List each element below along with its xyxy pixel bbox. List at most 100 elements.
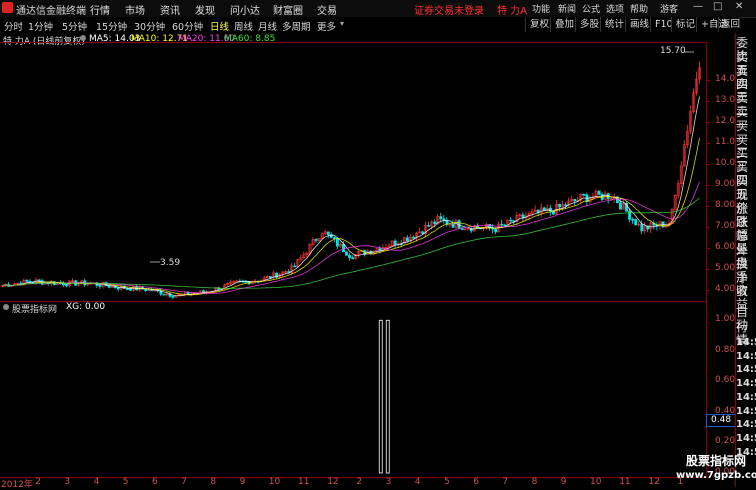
candle-body: [125, 288, 129, 290]
candle-body: [202, 290, 205, 293]
tab-intraday[interactable]: 分时: [4, 19, 23, 33]
app-logo-icon: [2, 2, 13, 13]
high-price-label: 15.70: [660, 46, 686, 56]
close-icon[interactable]: ✕: [735, 1, 743, 12]
candle-body: [107, 285, 111, 288]
menu-wealth[interactable]: 财富圈: [273, 2, 303, 17]
tick-time: 14:5: [736, 391, 756, 403]
price-chart[interactable]: [0, 42, 706, 300]
candle-body: [573, 199, 577, 202]
adjust-button[interactable]: 复权: [525, 17, 553, 32]
maximize-icon[interactable]: □: [713, 1, 722, 12]
ma60-line: [2, 197, 700, 289]
price-tick-mark: [706, 226, 710, 228]
indicator-current-value: 0.48: [711, 415, 732, 425]
date-tick-label: 7: [502, 477, 509, 487]
date-tick-label: 10: [268, 477, 281, 487]
menu-info[interactable]: 新闻: [558, 2, 576, 15]
menu-discover[interactable]: 发现: [195, 2, 215, 17]
tab-5min[interactable]: 5分钟: [62, 19, 87, 33]
tab-monthly[interactable]: 月线: [258, 19, 277, 33]
date-tick-label: 5: [122, 477, 129, 487]
candle-body: [582, 194, 586, 196]
date-tick-label: 6: [473, 477, 479, 487]
indicator-tick-label: 1.00: [715, 314, 736, 325]
menu-ask[interactable]: 问小达: [230, 2, 260, 17]
mark-button[interactable]: 标记: [671, 17, 699, 32]
date-tick-label: 10: [590, 477, 602, 487]
candle-body: [335, 238, 339, 247]
date-tick-label: 6: [152, 477, 158, 487]
menu-options[interactable]: 选项: [606, 2, 624, 15]
tab-daily[interactable]: 日线: [210, 19, 229, 33]
tab-30min[interactable]: 30分钟: [134, 19, 165, 33]
tab-15min[interactable]: 15分钟: [96, 19, 127, 33]
tab-weekly[interactable]: 周线: [234, 19, 253, 33]
menu-trade[interactable]: 交易: [317, 2, 337, 17]
minimize-icon[interactable]: —: [693, 1, 703, 12]
date-tick-label: 11: [619, 477, 631, 487]
price-tick-mark: [706, 121, 710, 123]
price-tick-label: 7.00: [715, 220, 736, 231]
menu-function[interactable]: 功能: [532, 2, 550, 15]
price-tick-label: 8.00: [715, 199, 736, 210]
tab-multi-period[interactable]: 多周期: [282, 19, 311, 33]
date-tick-label: 4: [93, 477, 100, 487]
price-axis: 14.00 13.00 12.00 11.00 10.00 9.00 8.00 7.00 6.0…: [706, 42, 741, 300]
candle-body: [564, 204, 568, 207]
candle-body: [342, 243, 345, 253]
menu-formula[interactable]: 公式: [582, 2, 600, 15]
back-button[interactable]: 返回: [718, 17, 742, 32]
price-tick-mark: [706, 163, 710, 165]
candle-body: [503, 224, 507, 227]
candle-body: [509, 219, 513, 222]
candle-body: [326, 231, 330, 235]
price-tick-label: 6.00: [715, 241, 736, 252]
date-tick-label: 8: [210, 477, 217, 487]
candle-body: [433, 221, 437, 225]
title-bar: 通达信金融终端 行情 市场 资讯 发现 问小达 财富圈 交易 证券交易未登录 特…: [0, 0, 756, 18]
tick-time: 14:5: [736, 350, 756, 362]
candle-body: [171, 295, 175, 298]
statistics-button[interactable]: 统计: [600, 17, 628, 32]
tick-time: 14:5: [736, 432, 756, 444]
watermark: 股票指标网 www.7gpzb.com: [676, 454, 756, 487]
candle-body: [634, 219, 638, 226]
date-tick-label: 2: [356, 477, 363, 487]
candle-body: [412, 236, 415, 239]
candle-body: [460, 228, 464, 230]
date-tick-label: 2: [35, 477, 41, 487]
indicator-axis: 1.00 0.80 0.60 0.40 0.20 0.00: [706, 301, 735, 477]
tab-60min[interactable]: 60分钟: [172, 19, 203, 33]
login-status[interactable]: 证券交易未登录: [414, 2, 484, 17]
menu-news[interactable]: 资讯: [160, 2, 180, 17]
menu-quotes[interactable]: 行情: [90, 2, 110, 17]
date-tick-label: 5: [444, 477, 450, 487]
overlay-button[interactable]: 叠加: [550, 17, 578, 32]
date-tick-label: 2012年: [1, 480, 33, 490]
candle-body: [116, 287, 120, 290]
candle-body: [348, 255, 351, 258]
tab-1min[interactable]: 1分钟: [28, 19, 53, 33]
chart-settings-icon[interactable]: [80, 35, 86, 41]
candle-body: [640, 223, 644, 232]
indicator-tick-label: 0.20: [715, 436, 736, 447]
menu-guest[interactable]: 游客: [660, 2, 678, 15]
date-tick-label: 9: [560, 477, 567, 487]
menu-help[interactable]: 帮助: [630, 2, 648, 15]
more-chevron-icon[interactable]: ▾: [340, 19, 344, 28]
indicator-chart[interactable]: [0, 301, 706, 477]
price-tick-label: 9.00: [715, 178, 736, 189]
watermark-line2: www.7gpzb.com: [676, 470, 756, 481]
date-tick-label: 11: [298, 477, 310, 487]
date-tick-label: 8: [531, 477, 538, 487]
price-tick-mark: [706, 184, 710, 186]
multi-stock-button[interactable]: 多股: [575, 17, 603, 32]
tab-more[interactable]: 更多: [317, 19, 336, 33]
menu-market[interactable]: 市场: [125, 2, 145, 17]
candle-body: [500, 223, 504, 226]
candle-body: [25, 279, 29, 282]
candle-body: [619, 202, 622, 210]
indicator-tick-label: 0.80: [715, 344, 736, 355]
draw-line-button[interactable]: 画线: [625, 17, 653, 32]
